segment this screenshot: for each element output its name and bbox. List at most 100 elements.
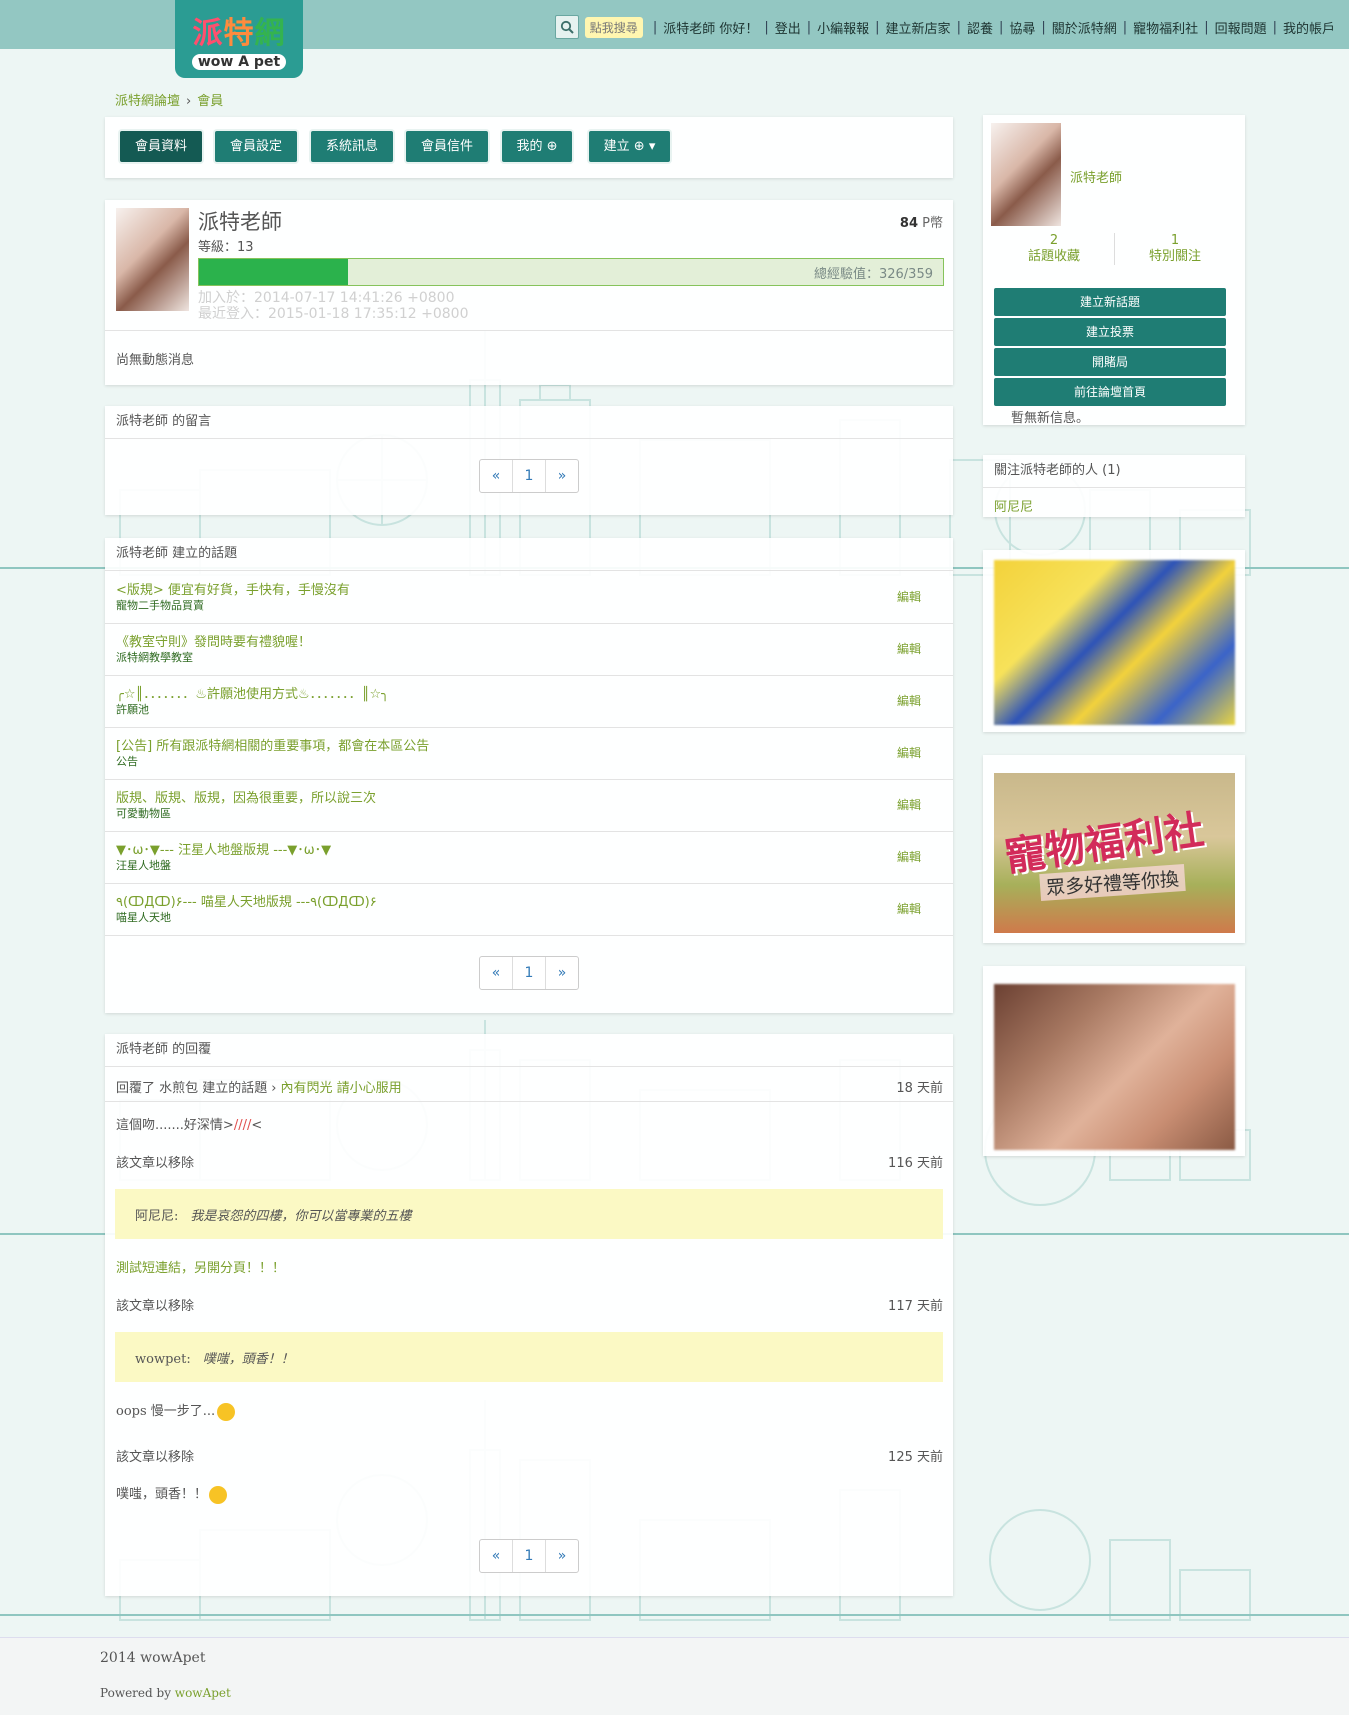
caret-down-icon: ▾	[648, 139, 656, 154]
search-hint[interactable]: 點我搜尋	[584, 16, 643, 38]
tab-create-dropdown[interactable]: 建立 ⊕ ▾	[589, 131, 670, 162]
pager-page[interactable]: 1	[513, 1540, 546, 1572]
topic-row: ٩(ↀДↀ)۶--- 喵星人天地版規 ---٩(ↀДↀ)۶ 喵星人天地 編輯	[105, 883, 953, 936]
topic-title[interactable]: 版規、版規、版規，因為很重要，所以說三次	[116, 787, 376, 806]
reply-body: 這個吻.......好深情>////<	[116, 1118, 263, 1133]
pager-prev[interactable]: «	[480, 1540, 513, 1572]
nav-lost-found[interactable]: 協尋	[1009, 18, 1035, 37]
topic-forum[interactable]: 許願池	[116, 701, 149, 717]
tab-member-settings[interactable]: 會員設定	[215, 131, 297, 162]
pager-next[interactable]: »	[546, 957, 578, 989]
topic-forum[interactable]: 汪星人地盤	[116, 857, 171, 873]
guestbook-pagination: « 1 »	[479, 459, 579, 493]
breadcrumb-current[interactable]: 會員	[197, 94, 223, 109]
pager-next[interactable]: »	[546, 460, 578, 492]
topic-forum[interactable]: 喵星人天地	[116, 909, 171, 925]
pager-prev[interactable]: «	[480, 957, 513, 989]
ad-banner-pet-welfare[interactable]: 寵物福利社 眾多好禮等你換	[983, 755, 1245, 943]
reply-context: 回覆了 水煎包 建立的話題 › 內有閃光 請小心服用	[116, 1081, 402, 1096]
footer-powered-link[interactable]: wowApet	[175, 1686, 231, 1700]
topic-edit-link[interactable]: 編輯	[897, 848, 921, 865]
topic-title[interactable]: 《教室守則》發問時要有禮貌喔！	[116, 631, 311, 650]
topic-forum[interactable]: 可愛動物區	[116, 805, 171, 821]
ad-banner-hand[interactable]	[983, 966, 1245, 1156]
topic-title[interactable]: ٩(ↀДↀ)۶--- 喵星人天地版規 ---٩(ↀДↀ)۶	[116, 891, 377, 910]
nav-create-store[interactable]: 建立新店家	[886, 18, 951, 37]
nav-greeting[interactable]: 派特老師 你好！	[663, 18, 758, 37]
replies-title: 派特老師 的回覆	[105, 1034, 953, 1067]
ad-image-snack[interactable]	[994, 560, 1235, 725]
topic-edit-link[interactable]: 編輯	[897, 692, 921, 709]
tab-member-info[interactable]: 會員資料	[120, 131, 202, 162]
topic-edit-link[interactable]: 編輯	[897, 796, 921, 813]
user-avatar	[116, 208, 189, 311]
skyline-ground-line	[0, 1614, 1349, 1616]
plus-circle-icon: ⊕	[546, 139, 558, 154]
topic-forum[interactable]: 派特網教學教室	[116, 649, 193, 665]
page-footer: 2014 wowApet Powered by wowApet	[0, 1637, 1349, 1715]
created-topics-panel: 派特老師 建立的話題 <版規> 便宜有好貨，手快有，手慢沒有 寵物二手物品買賣 …	[105, 538, 953, 1013]
tab-system-messages[interactable]: 系統訊息	[311, 131, 393, 162]
guestbook-panel: 派特老師 的留言 « 1 »	[105, 406, 953, 515]
forum-home-button[interactable]: 前往論壇首頁	[994, 378, 1226, 406]
ad-image-pet-welfare[interactable]: 寵物福利社 眾多好禮等你換	[994, 773, 1235, 933]
profile-name: 派特老師	[198, 210, 282, 234]
topic-edit-link[interactable]: 編輯	[897, 744, 921, 761]
topic-title[interactable]: ╭☆║．．．．．．．♨許願池使用方式♨．．．．．．．║☆╮	[116, 683, 389, 702]
pager-page[interactable]: 1	[513, 957, 546, 989]
topic-edit-link[interactable]: 編輯	[897, 588, 921, 605]
tab-mine-dropdown[interactable]: 我的 ⊕	[502, 131, 572, 162]
topic-row: ╭☆║．．．．．．．♨許願池使用方式♨．．．．．．．║☆╮ 許願池 編輯	[105, 675, 953, 728]
create-topic-button[interactable]: 建立新話題	[994, 288, 1226, 316]
reply-short-link[interactable]: 測試短連結，另開分頁！！！	[116, 1261, 285, 1276]
pager-page[interactable]: 1	[513, 460, 546, 492]
guestbook-title: 派特老師 的留言	[105, 406, 953, 439]
footer-copyright: 2014 wowApet	[100, 1650, 206, 1666]
topic-edit-link[interactable]: 編輯	[897, 640, 921, 657]
nav-report-issue[interactable]: 回報問題	[1215, 18, 1267, 37]
site-logo[interactable]: 派特網 wow A pet	[175, 0, 303, 78]
stat-favorites[interactable]: 2 話題收藏	[994, 233, 1115, 265]
ad-banner-snack[interactable]	[983, 550, 1245, 732]
removed-label: 該文章以移除	[116, 1299, 195, 1314]
profile-points: 84 P幣	[899, 216, 943, 231]
nav-about[interactable]: 關於派特網	[1052, 18, 1117, 37]
open-bet-button[interactable]: 開賭局	[994, 348, 1226, 376]
no-activity-text: 尚無動態消息	[116, 353, 195, 368]
profile-last-login: 最近登入：2015-01-18 17:35:12 +0800	[198, 306, 469, 322]
nav-adopt[interactable]: 認養	[967, 18, 993, 37]
reply-topic-link[interactable]: 內有閃光 請小心服用	[280, 1081, 401, 1096]
nav-editor-news[interactable]: 小編報報	[817, 18, 869, 37]
footer-powered: Powered by wowApet	[100, 1686, 231, 1700]
follower-link[interactable]: 阿尼尼	[994, 496, 1033, 515]
topic-row: 《教室守則》發問時要有禮貌喔！ 派特網教學教室 編輯	[105, 623, 953, 676]
topic-forum[interactable]: 寵物二手物品買賣	[116, 597, 204, 613]
topic-title[interactable]: ▼･ω･▼--- 汪星人地盤版規 ---▼･ω･▼	[116, 839, 331, 858]
nav-logout[interactable]: 登出	[775, 18, 801, 37]
grin-face-emoji-icon	[209, 1485, 228, 1504]
create-poll-button[interactable]: 建立投票	[994, 318, 1226, 346]
sidebar-username[interactable]: 派特老師	[1070, 167, 1122, 186]
no-message-text: 暫無新信息。	[1011, 411, 1090, 426]
breadcrumb-home[interactable]: 派特網論壇	[115, 94, 180, 109]
nav-my-account[interactable]: 我的帳戶	[1283, 18, 1335, 37]
topic-title[interactable]: [公告] 所有跟派特網相關的重要事項，都會在本區公告	[116, 735, 429, 754]
nav-pet-welfare[interactable]: 寵物福利社	[1133, 18, 1198, 37]
logo-english-text: wow A pet	[191, 54, 287, 70]
search-icon[interactable]	[554, 15, 579, 39]
topic-row: [公告] 所有跟派特網相關的重要事項，都會在本區公告 公告 編輯	[105, 727, 953, 780]
sad-face-emoji-icon	[217, 1402, 236, 1421]
tab-member-mail[interactable]: 會員信件	[406, 131, 488, 162]
pager-prev[interactable]: «	[480, 460, 513, 492]
ad-image-hand[interactable]	[994, 984, 1235, 1150]
topic-title[interactable]: <版規> 便宜有好貨，手快有，手慢沒有	[116, 579, 350, 598]
topic-forum[interactable]: 公告	[116, 753, 138, 769]
replies-pagination: « 1 »	[479, 1539, 579, 1573]
pager-next[interactable]: »	[546, 1540, 578, 1572]
reply-body: 噗嗤，頭香！！	[116, 1483, 228, 1504]
stat-following[interactable]: 1 特別關注	[1114, 233, 1236, 265]
followers-panel: 關注派特老師的人 (1) 阿尼尼	[983, 455, 1245, 517]
profile-joined: 加入於：2014-07-17 14:41:26 +0800	[198, 290, 455, 306]
topic-row: ▼･ω･▼--- 汪星人地盤版規 ---▼･ω･▼ 汪星人地盤 編輯	[105, 831, 953, 884]
topic-edit-link[interactable]: 編輯	[897, 900, 921, 917]
